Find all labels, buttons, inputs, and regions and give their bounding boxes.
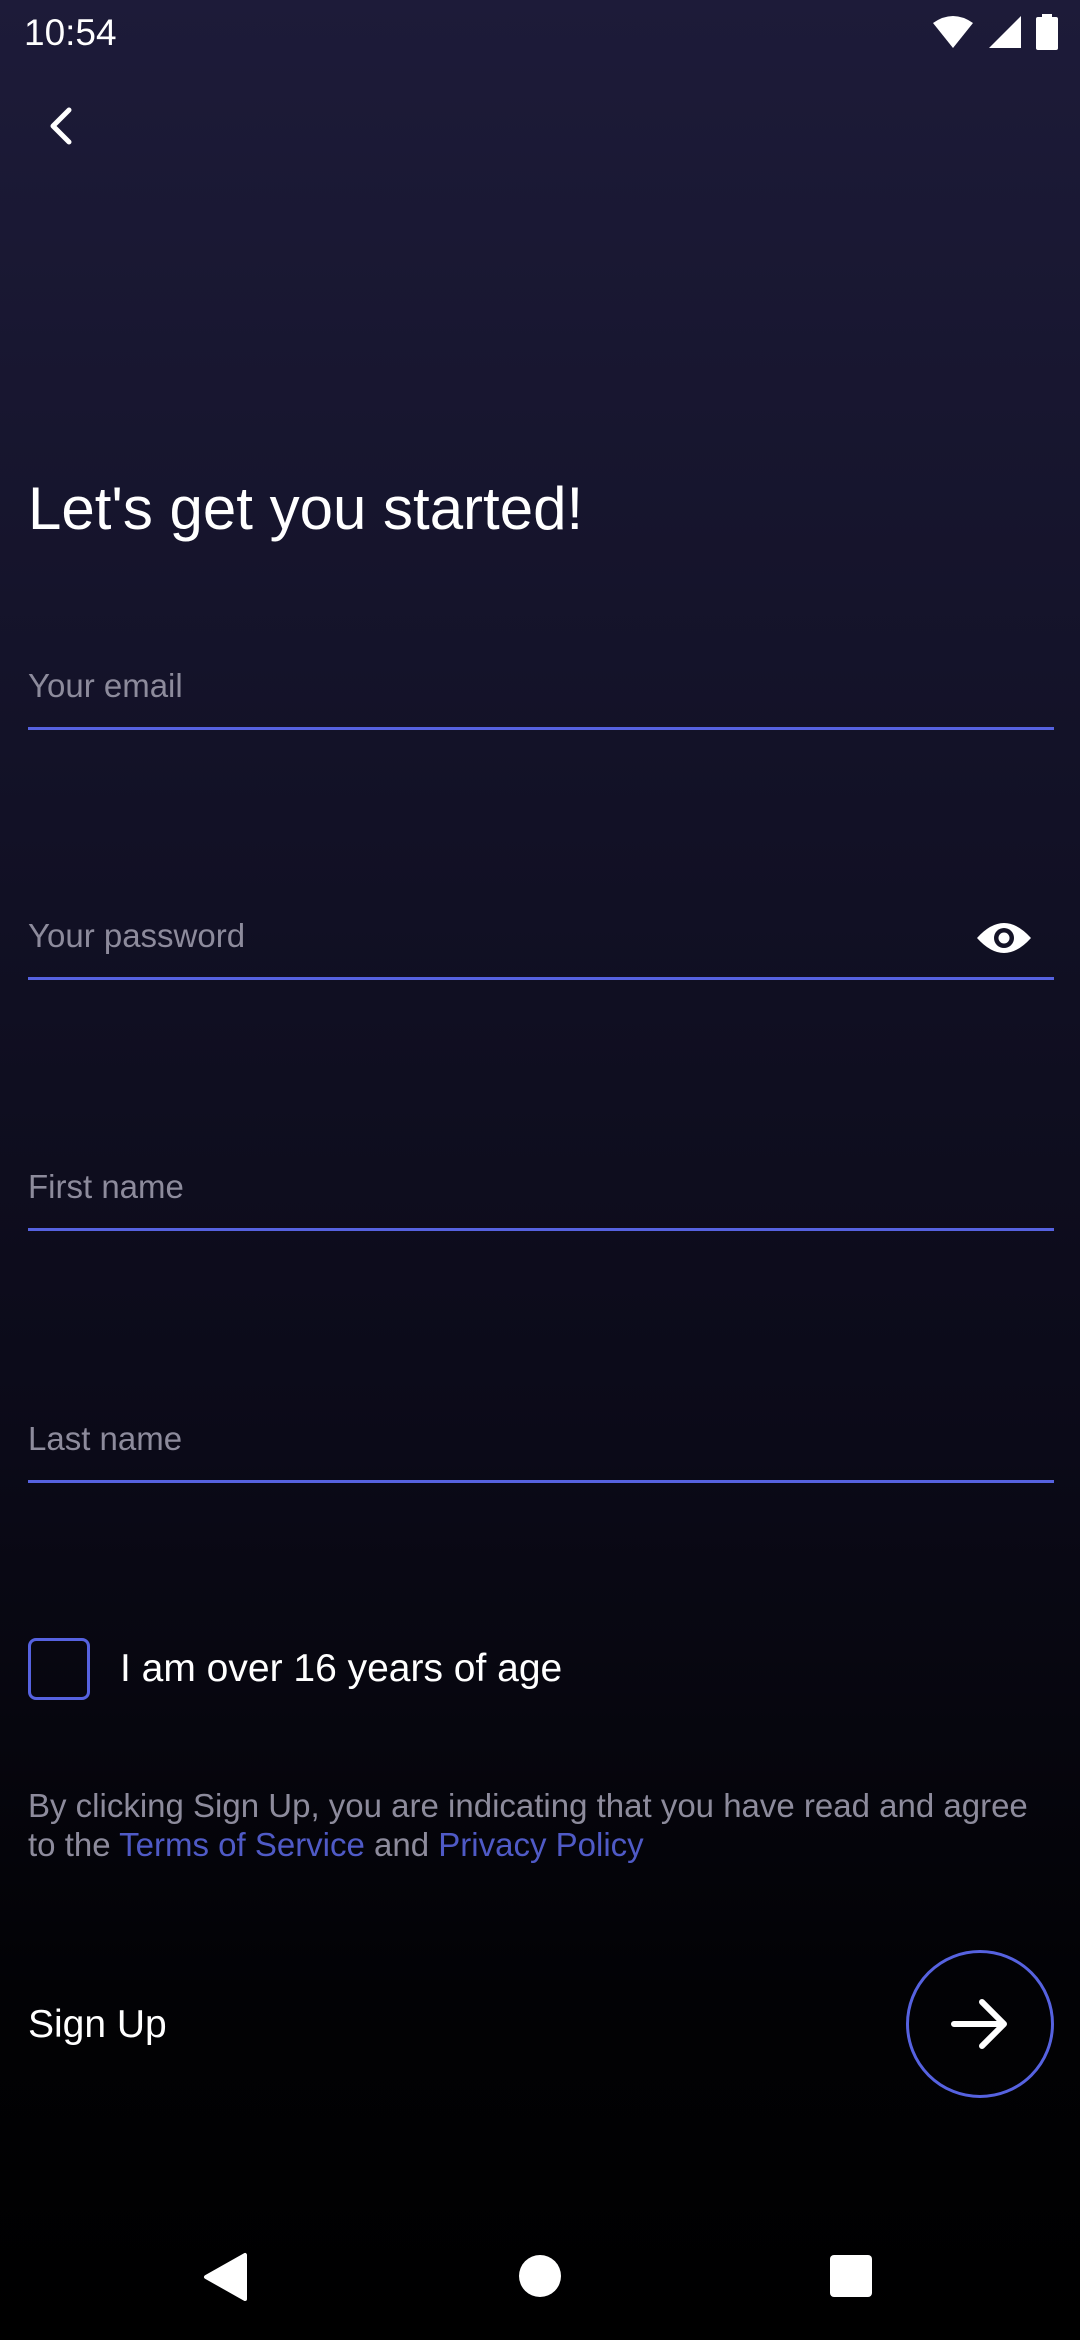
terms-of-service-link[interactable]: Terms of Service: [119, 1826, 365, 1863]
age-confirmation-row[interactable]: I am over 16 years of age: [28, 1637, 562, 1701]
password-field[interactable]: [28, 917, 928, 955]
status-bar: 10:54: [0, 0, 1080, 68]
arrow-right-icon: [951, 1999, 1007, 2049]
nav-recents-icon: [830, 2255, 872, 2297]
first-name-field[interactable]: [28, 1168, 928, 1206]
battery-icon: [1036, 14, 1058, 50]
last-name-field[interactable]: [28, 1420, 928, 1458]
signup-label: Sign Up: [28, 2003, 167, 2046]
nav-recents-button[interactable]: [829, 2254, 873, 2303]
nav-home-icon: [519, 2255, 561, 2297]
wifi-icon: [933, 16, 973, 48]
page-title: Let's get you started!: [28, 475, 584, 542]
signup-button[interactable]: [906, 1950, 1054, 2098]
password-visibility-toggle[interactable]: [966, 900, 1042, 976]
eye-icon: [977, 923, 1031, 953]
privacy-policy-link[interactable]: Privacy Policy: [438, 1826, 643, 1863]
first-name-field-container: [28, 1151, 1054, 1231]
status-icons: [932, 14, 1058, 50]
status-time: 10:54: [24, 12, 117, 53]
password-field-container: [28, 900, 1054, 980]
nav-home-button[interactable]: [518, 2254, 562, 2303]
chevron-left-icon: [50, 107, 72, 145]
legal-connector: and: [364, 1826, 439, 1863]
nav-back-button[interactable]: [203, 2252, 247, 2307]
nav-back-icon: [204, 2253, 247, 2301]
age-checkbox[interactable]: [28, 1638, 90, 1700]
email-field-container: [28, 650, 1054, 730]
legal-notice: By clicking Sign Up, you are indicating …: [28, 1786, 1058, 1864]
system-navigation-bar: [0, 2216, 1080, 2340]
back-button[interactable]: [28, 92, 96, 160]
age-checkbox-label: I am over 16 years of age: [120, 1647, 563, 1690]
email-field[interactable]: [28, 667, 928, 705]
cell-signal-icon: [989, 16, 1021, 48]
last-name-field-container: [28, 1403, 1054, 1483]
